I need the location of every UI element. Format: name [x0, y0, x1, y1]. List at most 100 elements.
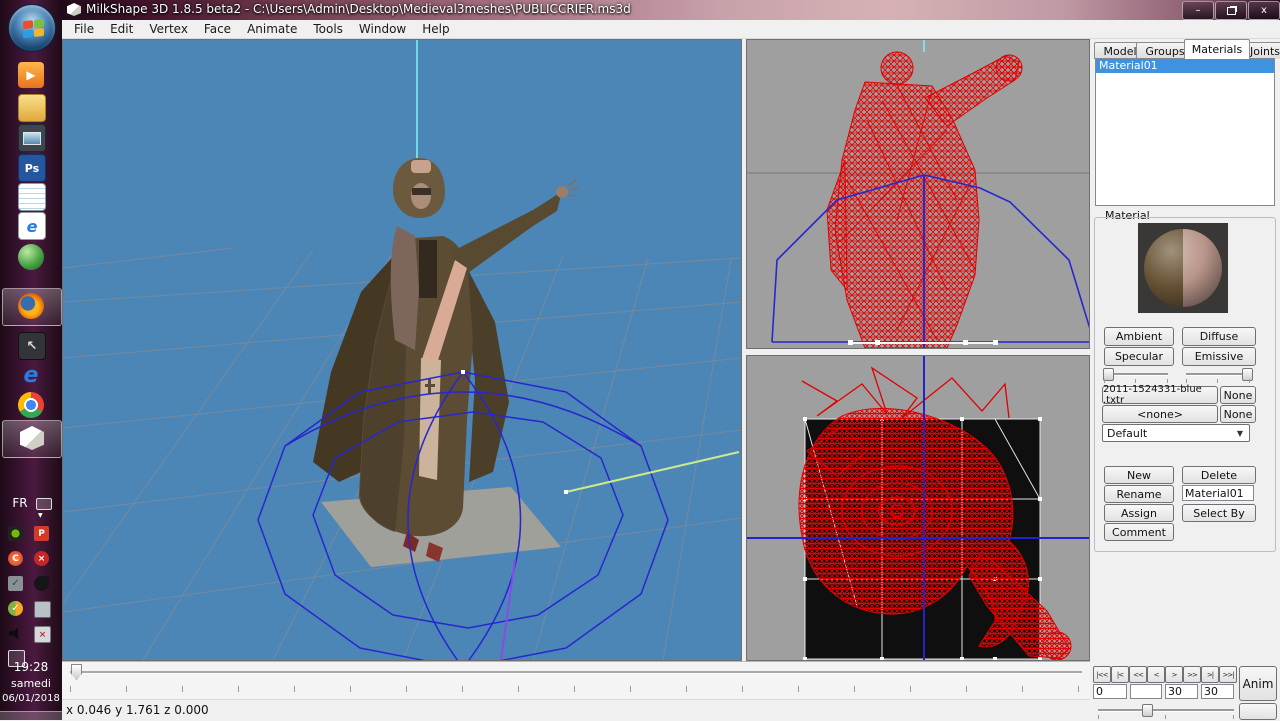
viewport-front[interactable]	[746, 39, 1090, 349]
clock-time[interactable]: 19:28	[0, 660, 62, 674]
next-keyframe-button[interactable]: >|	[1201, 666, 1219, 683]
app-window-icon	[67, 3, 81, 16]
ambient-button[interactable]: Ambient	[1104, 327, 1174, 346]
usb-eject-tray-icon[interactable]: ✓	[8, 576, 23, 591]
menu-edit[interactable]: Edit	[102, 22, 141, 36]
viewport-top[interactable]	[746, 355, 1090, 661]
frame-slider[interactable]	[1098, 709, 1234, 712]
windows-logo-icon	[23, 19, 45, 39]
slider-tick	[1165, 715, 1166, 719]
language-indicator[interactable]: FR	[0, 496, 40, 510]
window-title: MilkShape 3D 1.8.5 beta2 - C:\Users\Admi…	[86, 2, 631, 16]
title-bar[interactable]: MilkShape 3D 1.8.5 beta2 - C:\Users\Admi…	[62, 0, 1280, 20]
first-frame-button[interactable]: |<<	[1093, 666, 1111, 683]
frame-slider-thumb[interactable]	[1142, 704, 1153, 717]
select-by-button[interactable]: Select By	[1182, 504, 1256, 522]
emissive-button[interactable]: Emissive	[1182, 347, 1256, 366]
slider-tick	[1217, 379, 1218, 383]
transparency-slider[interactable]	[1186, 373, 1250, 376]
menu-vertex[interactable]: Vertex	[141, 22, 196, 36]
prev-keyframe-button[interactable]: |<	[1111, 666, 1129, 683]
nvidia-tray-icon[interactable]	[8, 526, 23, 541]
clock-date[interactable]: 06/01/2018	[0, 693, 62, 704]
material-list-item[interactable]: Material01	[1096, 59, 1274, 73]
photoshop-icon[interactable]: Ps	[18, 154, 46, 182]
chrome-icon[interactable]	[18, 392, 44, 418]
satellite-dish-tray-icon[interactable]	[34, 576, 49, 591]
new-button[interactable]: New	[1104, 466, 1174, 484]
slider-tick	[1233, 715, 1234, 719]
clock-day[interactable]: samedi	[0, 677, 62, 690]
transparency-slider-thumb[interactable]	[1242, 368, 1253, 381]
delete-button[interactable]: Delete	[1182, 466, 1256, 484]
language-menu-arrow-icon[interactable]: ▼	[38, 512, 43, 519]
comment-button[interactable]: Comment	[1104, 523, 1174, 541]
top-scene	[747, 356, 1089, 660]
play-bar-button[interactable]	[1239, 703, 1277, 720]
next-frame-button[interactable]: >	[1165, 666, 1183, 683]
texture-button[interactable]: 2011-1524331-blue .txtr	[1102, 386, 1218, 404]
rewind-button[interactable]: <<	[1129, 666, 1147, 683]
shader-dropdown[interactable]: Default ▼	[1102, 424, 1250, 442]
texture-none-button[interactable]: None	[1220, 386, 1256, 404]
forward-button[interactable]: >>	[1183, 666, 1201, 683]
rename-button[interactable]: Rename	[1104, 485, 1174, 503]
internet-explorer-tile-icon[interactable]: e	[18, 212, 46, 240]
internet-explorer-icon[interactable]: e	[18, 362, 44, 388]
keyboard-layout-icon[interactable]	[36, 498, 52, 510]
slider-tick	[1135, 379, 1136, 383]
end-frame-field[interactable]	[1201, 684, 1234, 699]
close-button[interactable]: x	[1248, 1, 1280, 20]
milkshape-taskbar-button[interactable]	[2, 420, 62, 458]
total-frames-field[interactable]	[1165, 684, 1198, 699]
keyframe-ticks	[70, 686, 1082, 692]
frame-field-2[interactable]	[1130, 684, 1162, 699]
assign-button[interactable]: Assign	[1104, 504, 1174, 522]
red-p-tray-icon[interactable]: P	[34, 526, 49, 541]
slider-tick	[1186, 379, 1187, 383]
materials-listbox[interactable]: Material01	[1095, 58, 1275, 206]
side-panel: Model Groups Materials Joints Material01…	[1090, 39, 1280, 720]
last-frame-button[interactable]: >>|	[1219, 666, 1237, 683]
restore-button[interactable]	[1215, 1, 1247, 20]
keyframe-thumb[interactable]	[71, 664, 82, 680]
chevron-down-icon: ▼	[1233, 427, 1247, 439]
menu-help[interactable]: Help	[414, 22, 457, 36]
tab-materials[interactable]: Materials	[1184, 39, 1250, 59]
material-preview	[1138, 223, 1228, 313]
explorer-folder-icon[interactable]	[18, 94, 46, 122]
alphamap-none-button[interactable]: None	[1220, 405, 1256, 423]
minimize-button[interactable]: –	[1182, 1, 1214, 20]
keyframe-bar[interactable]	[62, 661, 1090, 700]
error-x-tray-icon[interactable]: ×	[34, 551, 49, 566]
notepad-icon[interactable]	[18, 183, 46, 211]
menu-face[interactable]: Face	[196, 22, 239, 36]
firefox-taskbar-button[interactable]	[2, 288, 62, 326]
viewport-perspective[interactable]	[62, 39, 742, 661]
prev-frame-button[interactable]: <	[1147, 666, 1165, 683]
menu-tools[interactable]: Tools	[305, 22, 351, 36]
monitor-tray-icon[interactable]	[34, 601, 51, 618]
menu-animate[interactable]: Animate	[239, 22, 305, 36]
alphamap-button[interactable]: <none>	[1102, 405, 1218, 423]
media-player-icon[interactable]: ▶	[18, 62, 44, 88]
diffuse-button[interactable]: Diffuse	[1182, 327, 1256, 346]
anim-toggle-button[interactable]: Anim	[1239, 666, 1277, 701]
ccleaner-tray-icon[interactable]: C	[8, 551, 23, 566]
network-status-tray-icon[interactable]: ×	[34, 626, 51, 643]
menu-window[interactable]: Window	[351, 22, 414, 36]
start-button[interactable]	[8, 4, 56, 52]
menu-file[interactable]: File	[66, 22, 102, 36]
restore-icon	[1227, 7, 1236, 15]
specular-button[interactable]: Specular	[1104, 347, 1174, 366]
display-settings-icon[interactable]	[18, 124, 46, 152]
update-check-tray-icon[interactable]: ✓	[8, 601, 23, 616]
material-preview-sphere	[1144, 229, 1222, 307]
rename-input[interactable]	[1182, 485, 1254, 501]
dark-arrow-app-icon[interactable]: ↖	[18, 332, 46, 360]
green-globe-icon[interactable]	[18, 244, 44, 270]
current-frame-field[interactable]	[1093, 684, 1127, 699]
shininess-slider[interactable]	[1104, 373, 1168, 376]
keyframe-track[interactable]	[70, 671, 1082, 674]
volume-tray-icon[interactable]	[8, 626, 23, 641]
